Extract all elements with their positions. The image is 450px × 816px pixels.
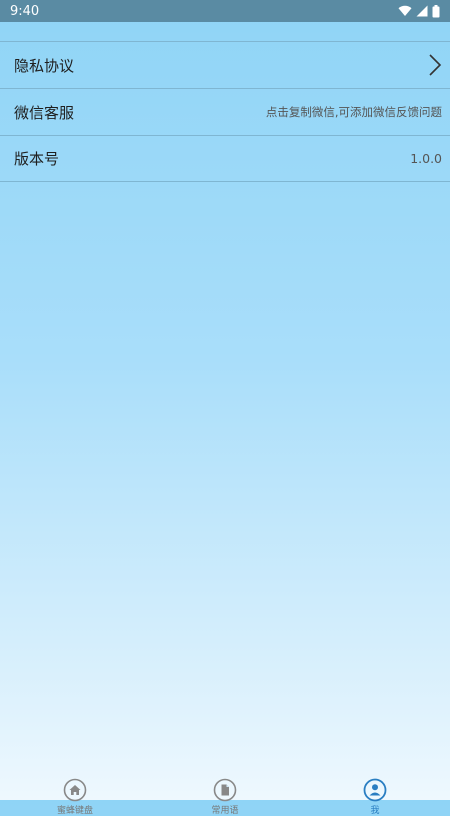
user-icon (363, 778, 387, 802)
tab-keyboard-label: 蜜蜂键盘 (56, 806, 93, 816)
privacy-policy-label: 隐私协议 (14, 56, 75, 75)
bottom-tab-bar: 蜜蜂键盘 常用语 我 (0, 758, 450, 816)
battery-icon (432, 4, 440, 17)
wechat-support-label: 微信客服 (14, 103, 75, 122)
signal-icon (416, 5, 428, 17)
wechat-support-hint: 点击复制微信,可添加微信反馈问题 (265, 105, 442, 119)
status-time: 9:40 (10, 3, 40, 19)
status-icons (398, 4, 440, 18)
wifi-icon (398, 5, 412, 17)
tab-me-label: 我 (370, 806, 380, 816)
privacy-policy-row[interactable]: 隐私协议 (0, 41, 450, 88)
chevron-right-icon (429, 54, 442, 76)
status-bar: 9:40 (0, 0, 450, 22)
tab-me[interactable]: 我 (300, 758, 450, 816)
wechat-support-row[interactable]: 微信客服 点击复制微信,可添加微信反馈问题 (0, 88, 450, 135)
document-icon (213, 778, 237, 802)
version-value: 1.0.0 (410, 151, 442, 166)
tab-keyboard[interactable]: 蜜蜂键盘 (0, 758, 150, 816)
tab-phrases-label: 常用语 (211, 806, 239, 816)
tab-phrases[interactable]: 常用语 (150, 758, 300, 816)
version-row: 版本号 1.0.0 (0, 135, 450, 182)
version-label: 版本号 (14, 150, 60, 168)
settings-list: 隐私协议 微信客服 点击复制微信,可添加微信反馈问题 版本号 1.0.0 (0, 41, 450, 182)
home-icon (63, 778, 87, 802)
